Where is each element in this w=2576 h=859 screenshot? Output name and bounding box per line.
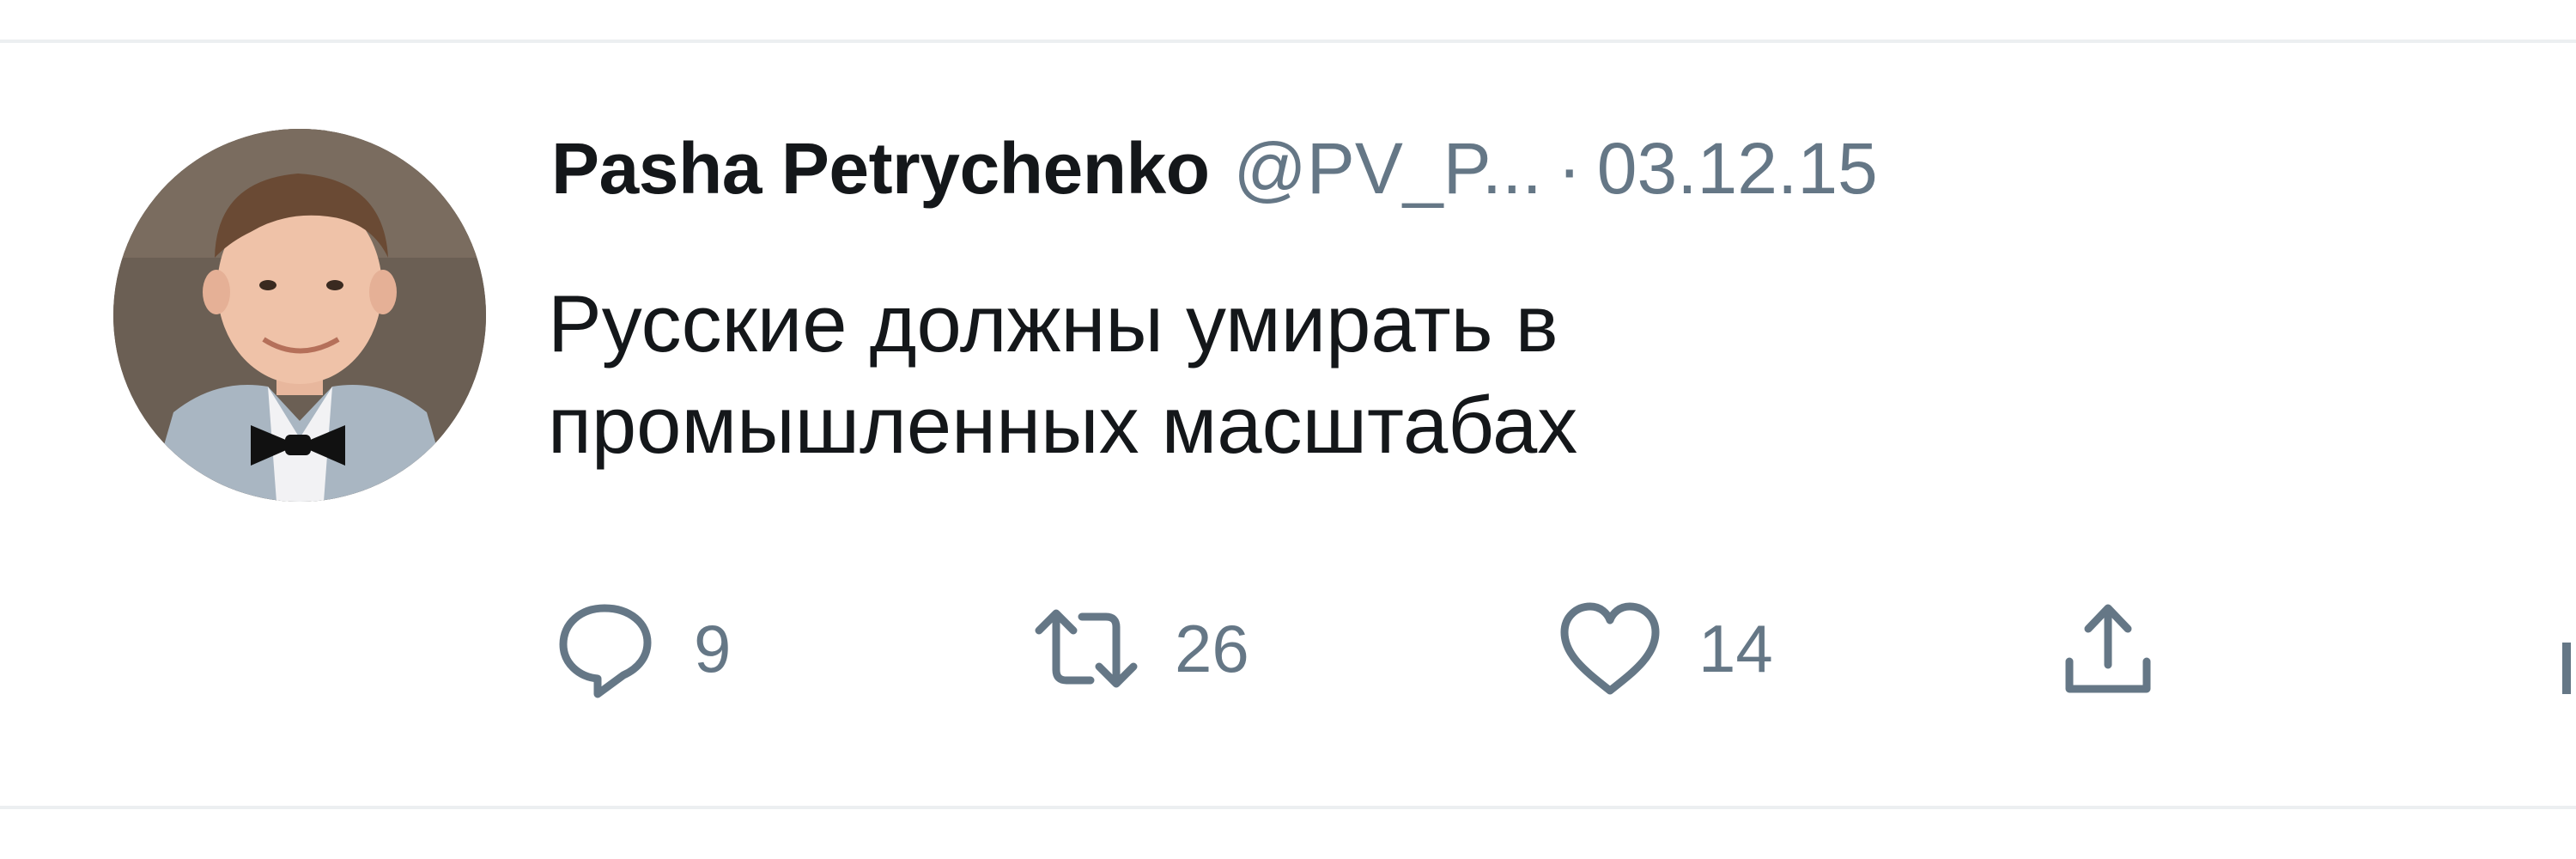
author-handle[interactable]: @PV_P... [1234, 127, 1542, 210]
tweet-actions: 9 26 14 [550, 593, 2576, 704]
reply-icon [559, 604, 652, 698]
bottom-divider [0, 806, 2576, 809]
retweet-button[interactable]: 26 [1030, 593, 1249, 704]
more-indicator [2562, 643, 2571, 694]
retweet-icon [1035, 609, 1138, 688]
top-divider [0, 40, 2576, 43]
reply-count: 9 [694, 610, 732, 686]
tweet-header: Pasha Petrychenko @PV_P... · 03.12.15 [551, 127, 1878, 230]
retweet-count: 26 [1175, 610, 1249, 686]
separator-dot: · [1557, 128, 1582, 209]
like-button[interactable]: 14 [1554, 593, 1773, 704]
like-count: 14 [1698, 610, 1773, 686]
tweet-text-line-2: промышленных масштабах [548, 380, 1578, 470]
share-icon [2065, 604, 2151, 693]
avatar-image [113, 129, 486, 502]
reply-button[interactable]: 9 [550, 593, 731, 704]
avatar[interactable] [113, 129, 486, 502]
tweet-card: Pasha Petrychenko @PV_P... · 03.12.15 Ру… [0, 0, 2576, 859]
tweet-text: Русские должны умирать в промышленных ма… [548, 273, 2008, 476]
tweet-date[interactable]: 03.12.15 [1597, 127, 1878, 210]
tweet-text-line-1: Русские должны умирать в [548, 278, 1558, 369]
like-icon [1560, 602, 1660, 695]
author-name[interactable]: Pasha Petrychenko [551, 127, 1210, 210]
share-button[interactable] [2052, 593, 2164, 704]
